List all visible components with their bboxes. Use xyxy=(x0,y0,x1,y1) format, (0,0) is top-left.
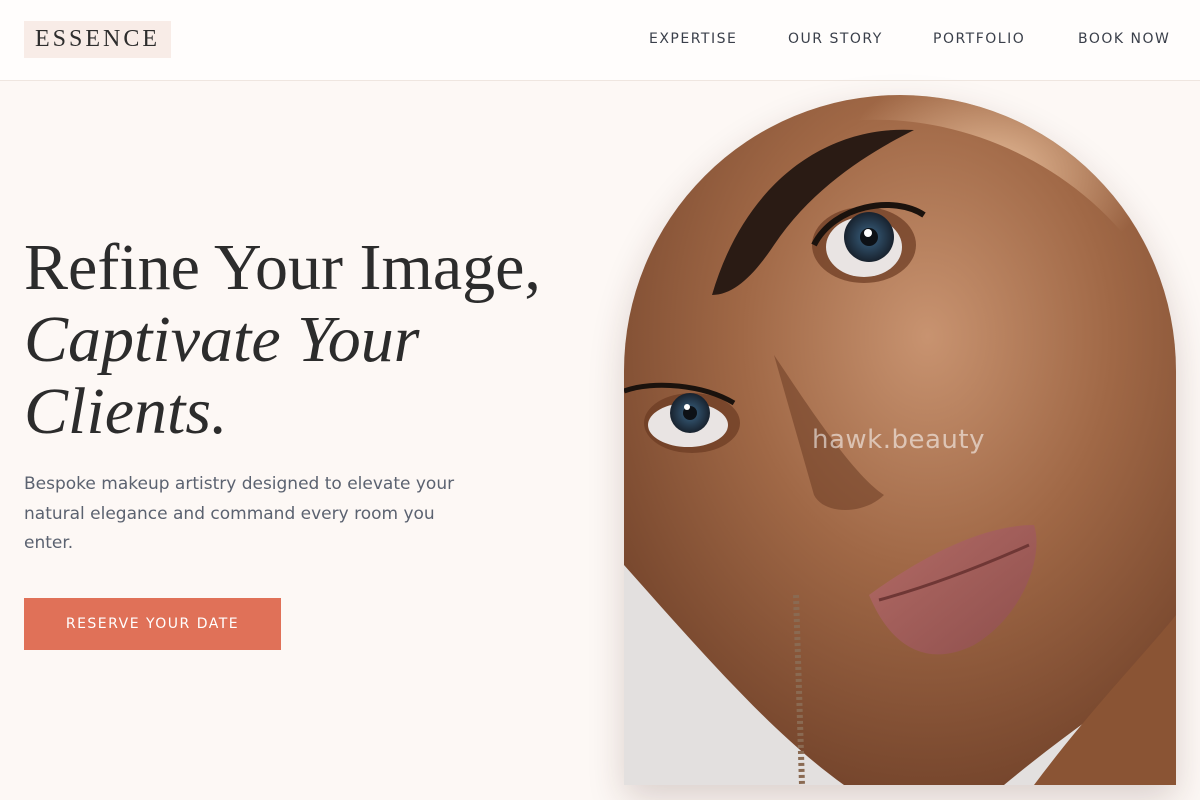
hero-portrait-image: hawk.beauty xyxy=(624,95,1176,785)
image-watermark: hawk.beauty xyxy=(812,425,985,455)
nav-link-expertise[interactable]: EXPERTISE xyxy=(649,31,737,47)
hero-subtitle: Bespoke makeup artistry designed to elev… xyxy=(24,474,455,553)
nav-link-our-story[interactable]: OUR STORY xyxy=(788,31,883,47)
hero-title-line-1: Refine Your Image, xyxy=(24,231,541,304)
nav-link-portfolio[interactable]: PORTFOLIO xyxy=(933,31,1025,47)
nav-link-book-now[interactable]: BOOK NOW xyxy=(1078,31,1170,47)
reserve-date-button[interactable]: RESERVE YOUR DATE xyxy=(24,598,281,650)
hero-title-line-2: Captivate Your xyxy=(24,303,420,376)
hero-title-line-3: Clients. xyxy=(24,375,228,448)
brand-logo[interactable]: ESSENCE xyxy=(24,21,171,58)
site-header: ESSENCE EXPERTISE OUR STORY PORTFOLIO BO… xyxy=(0,0,1200,81)
hero-title: Refine Your Image, Captivate Your Client… xyxy=(24,232,604,448)
